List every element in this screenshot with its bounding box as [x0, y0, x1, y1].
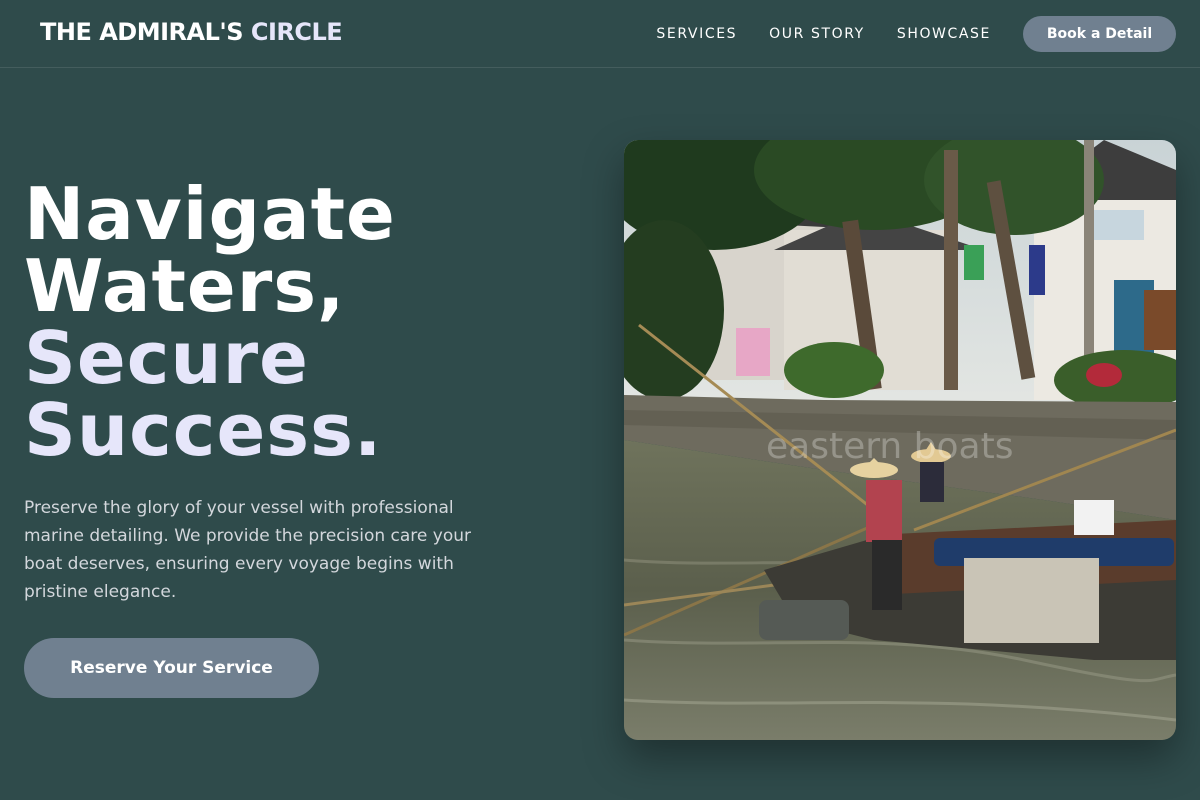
hero-heading-line-1: Navigate: [24, 172, 396, 256]
reserve-your-service-button[interactable]: Reserve Your Service: [24, 638, 319, 698]
book-a-detail-button[interactable]: Book a Detail: [1023, 16, 1176, 52]
brand-logo[interactable]: THE ADMIRAL'S CIRCLE: [40, 18, 343, 46]
brand-name-part2: CIRCLE: [250, 18, 343, 46]
hero-image-canal-boat: eastern boats: [624, 140, 1176, 740]
hero-heading-line-2: Waters,: [24, 244, 346, 328]
nav-link-our-story[interactable]: OUR STORY: [769, 26, 865, 42]
main-nav: SERVICES OUR STORY SHOWCASE Book a Detai…: [656, 16, 1176, 52]
hero-heading: Navigate Waters, Secure Success.: [24, 178, 396, 466]
image-watermark: eastern boats: [766, 426, 1013, 467]
hero-description: Preserve the glory of your vessel with p…: [24, 498, 471, 602]
brand-name-part1: THE ADMIRAL'S: [40, 18, 244, 46]
hero-heading-line-3: Secure: [24, 316, 309, 400]
nav-link-services[interactable]: SERVICES: [656, 26, 737, 42]
hero-heading-line-4: Success.: [24, 388, 383, 472]
nav-link-showcase[interactable]: SHOWCASE: [897, 26, 991, 42]
top-navigation-bar: THE ADMIRAL'S CIRCLE SERVICES OUR STORY …: [0, 0, 1200, 68]
